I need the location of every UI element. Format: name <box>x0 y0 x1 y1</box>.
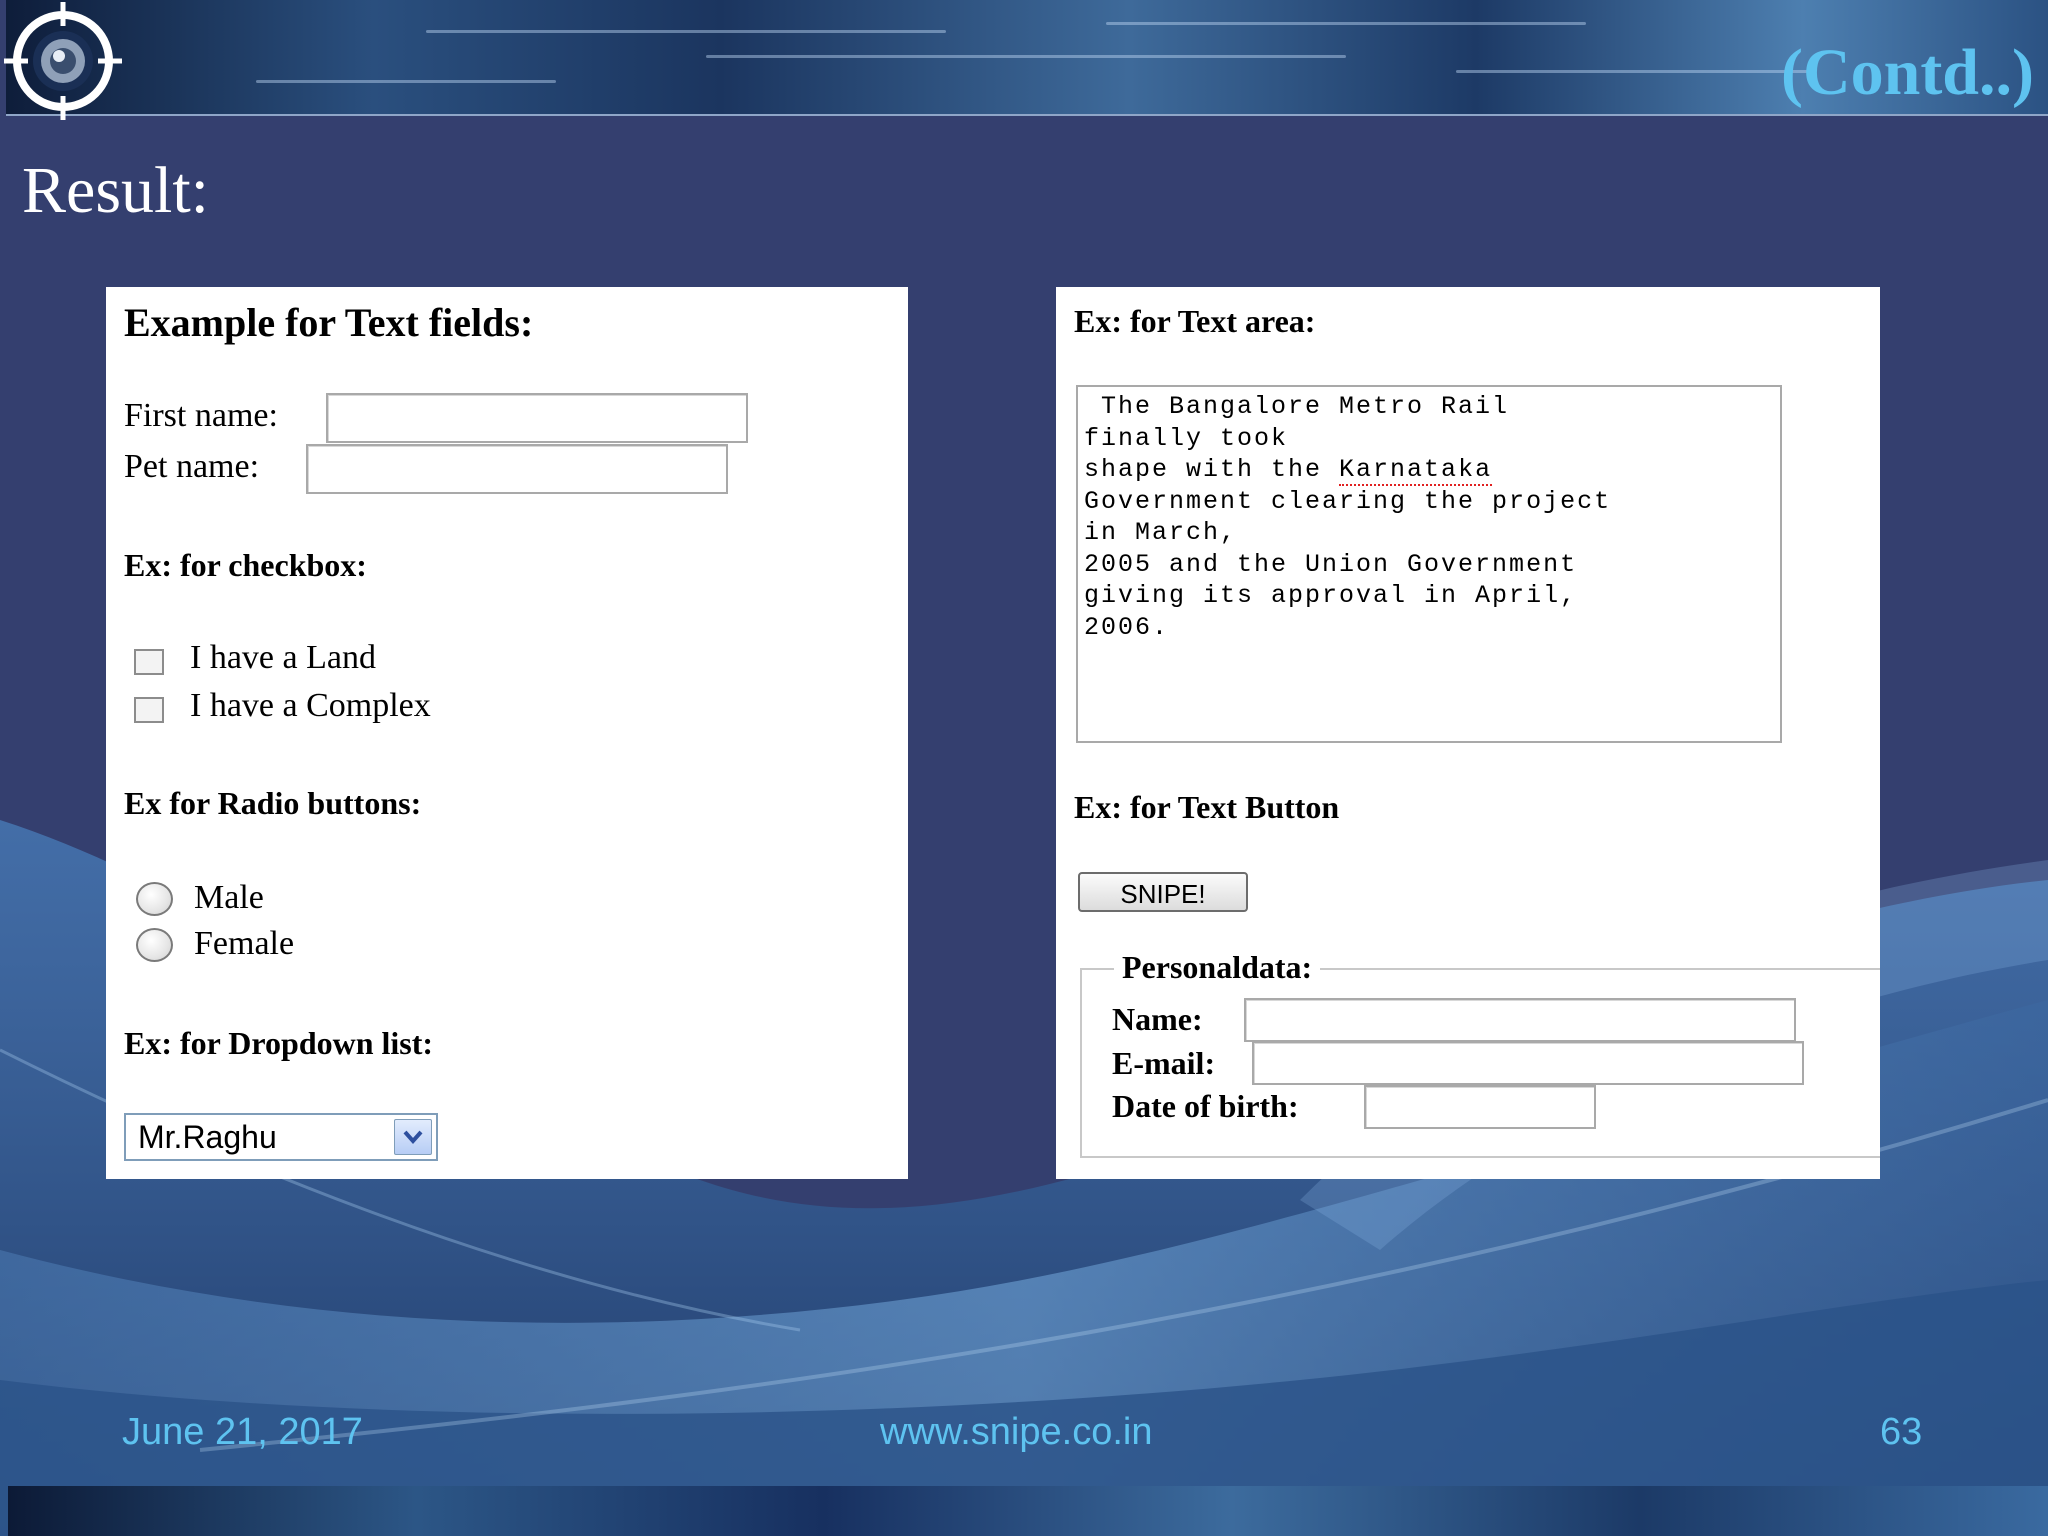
dropdown-select[interactable]: Mr.Raghu <box>124 1113 438 1161</box>
left-form-panel: Example for Text fields: First name: Pet… <box>106 287 908 1179</box>
right-form-panel: Ex: for Text area: The Bangalore Metro R… <box>1056 287 1880 1179</box>
dropdown-heading: Ex: for Dropdown list: <box>124 1025 434 1061</box>
chevron-down-icon[interactable] <box>394 1119 432 1155</box>
textarea-line: 2005 and the Union Government <box>1084 549 1578 579</box>
email-input[interactable] <box>1252 1041 1804 1085</box>
dob-input[interactable] <box>1364 1085 1596 1129</box>
crosshair-target-icon <box>4 2 122 120</box>
checkbox-land[interactable] <box>134 649 164 675</box>
textarea-line: The Bangalore Metro Rail <box>1084 392 1510 421</box>
snipe-button[interactable]: SNIPE! <box>1078 872 1248 912</box>
contd-label: (Contd..) <box>1780 36 2034 109</box>
name-input[interactable] <box>1244 998 1796 1042</box>
dob-label: Date of birth: <box>1112 1088 1299 1124</box>
first-name-label: First name: <box>124 397 278 434</box>
email-label: E-mail: <box>1112 1045 1216 1081</box>
text-fields-heading: Example for Text fields: <box>124 300 534 345</box>
checkbox-land-label: I have a Land <box>190 639 376 676</box>
first-name-input[interactable] <box>326 393 748 443</box>
textarea-line: 2006. <box>1084 612 1170 642</box>
text-area[interactable]: The Bangalore Metro Rail finally took sh… <box>1076 385 1782 743</box>
result-title: Result: <box>22 154 210 227</box>
pet-name-input[interactable] <box>306 444 728 494</box>
radio-male-label: Male <box>194 879 264 916</box>
textarea-line: finally took <box>1084 423 1289 453</box>
footer-website: www.snipe.co.in <box>880 1411 1153 1453</box>
radio-male[interactable] <box>136 882 173 916</box>
footer-date: June 21, 2017 <box>122 1411 363 1453</box>
footer-bar <box>8 1486 2048 1536</box>
radio-female[interactable] <box>136 928 173 962</box>
radio-female-label: Female <box>194 925 295 962</box>
pet-name-label: Pet name: <box>124 448 260 485</box>
radio-heading: Ex for Radio buttons: <box>124 785 422 821</box>
textarea-line: shape with the Karnataka <box>1084 455 1493 486</box>
textarea-line: in March, <box>1084 518 1238 547</box>
footer-page-number: 63 <box>1880 1411 1923 1453</box>
dropdown-selected-value: Mr.Raghu <box>138 1119 277 1155</box>
checkbox-complex[interactable] <box>134 697 164 723</box>
checkbox-heading: Ex: for checkbox: <box>124 547 367 583</box>
button-heading: Ex: for Text Button <box>1074 789 1340 825</box>
header-banner <box>6 0 2048 116</box>
checkbox-complex-label: I have a Complex <box>190 687 431 724</box>
fieldset-legend: Personaldata: <box>1114 951 1321 983</box>
textarea-line: giving its approval in April, <box>1084 581 1578 610</box>
textarea-line: Government clearing the project <box>1084 486 1612 516</box>
misspelled-word: Karnataka <box>1339 455 1493 486</box>
textarea-heading: Ex: for Text area: <box>1074 303 1316 339</box>
name-label: Name: <box>1112 1001 1203 1037</box>
